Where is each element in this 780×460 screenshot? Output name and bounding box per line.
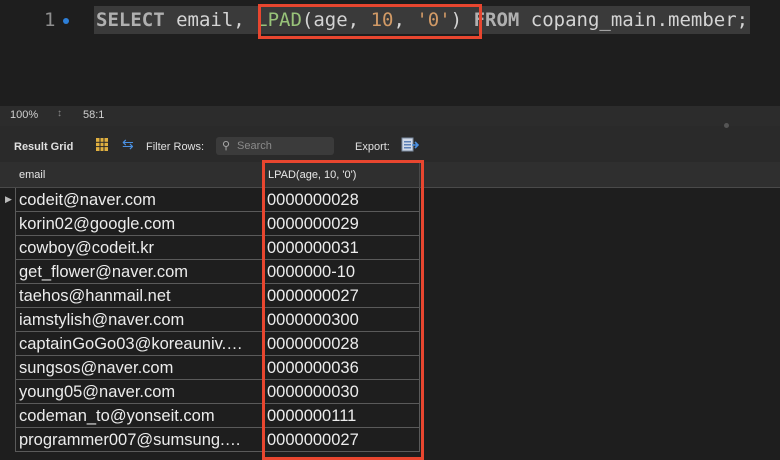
sql-editor[interactable]: 1 SELECT email, LPAD(age, 10, '0') FROM … xyxy=(0,0,780,106)
zoom-level[interactable]: 100% xyxy=(10,109,38,121)
keyword-select: SELECT xyxy=(96,9,165,31)
export-icon[interactable] xyxy=(401,137,419,153)
cell-email[interactable]: codeit@naver.com xyxy=(15,188,264,212)
cell-email[interactable]: captainGoGo03@koreauniv.… xyxy=(15,332,264,356)
column-header-email[interactable]: email xyxy=(15,162,264,187)
cell-email[interactable]: iamstylish@naver.com xyxy=(15,308,264,332)
cell-email[interactable]: korin02@google.com xyxy=(15,212,264,236)
panel-grip-icon[interactable] xyxy=(724,123,729,128)
column-email: email, xyxy=(164,9,257,31)
lpad-column-highlight-box xyxy=(262,160,424,460)
export-label: Export: xyxy=(355,141,390,153)
refresh-icon[interactable]: ⇆ xyxy=(122,136,134,153)
cell-email[interactable]: cowboy@codeit.kr xyxy=(15,236,264,260)
cursor-position: 58:1 xyxy=(83,109,105,121)
lpad-highlight-box xyxy=(258,4,482,39)
filter-search-box[interactable]: ⚲ xyxy=(216,137,334,155)
schema-name: copang_main xyxy=(519,9,657,31)
zoom-stepper-icon[interactable]: ↕ xyxy=(57,108,62,119)
editor-status-bar: 100% ↕ 58:1 xyxy=(0,106,780,126)
table-name: .member; xyxy=(656,9,749,31)
filter-search-input[interactable] xyxy=(237,139,331,153)
current-row-marker-icon: ▶ xyxy=(5,194,12,204)
grid-view-icon[interactable] xyxy=(96,138,108,151)
result-grid-label: Result Grid xyxy=(14,141,74,153)
cell-email[interactable]: young05@naver.com xyxy=(15,380,264,404)
search-icon: ⚲ xyxy=(222,140,231,152)
cell-email[interactable]: taehos@hanmail.net xyxy=(15,284,264,308)
filter-rows-label: Filter Rows: xyxy=(146,141,205,153)
line-number: 1 xyxy=(44,9,56,31)
breakpoint-dot-icon[interactable] xyxy=(63,18,69,24)
cell-email[interactable]: sungsos@naver.com xyxy=(15,356,264,380)
cell-email[interactable]: programmer007@sumsung.… xyxy=(15,428,264,452)
cell-email[interactable]: codeman_to@yonseit.com xyxy=(15,404,264,428)
cell-email[interactable]: get_flower@naver.com xyxy=(15,260,264,284)
result-toolbar: Result Grid ⇆ Filter Rows: ⚲ Export: xyxy=(0,123,780,162)
